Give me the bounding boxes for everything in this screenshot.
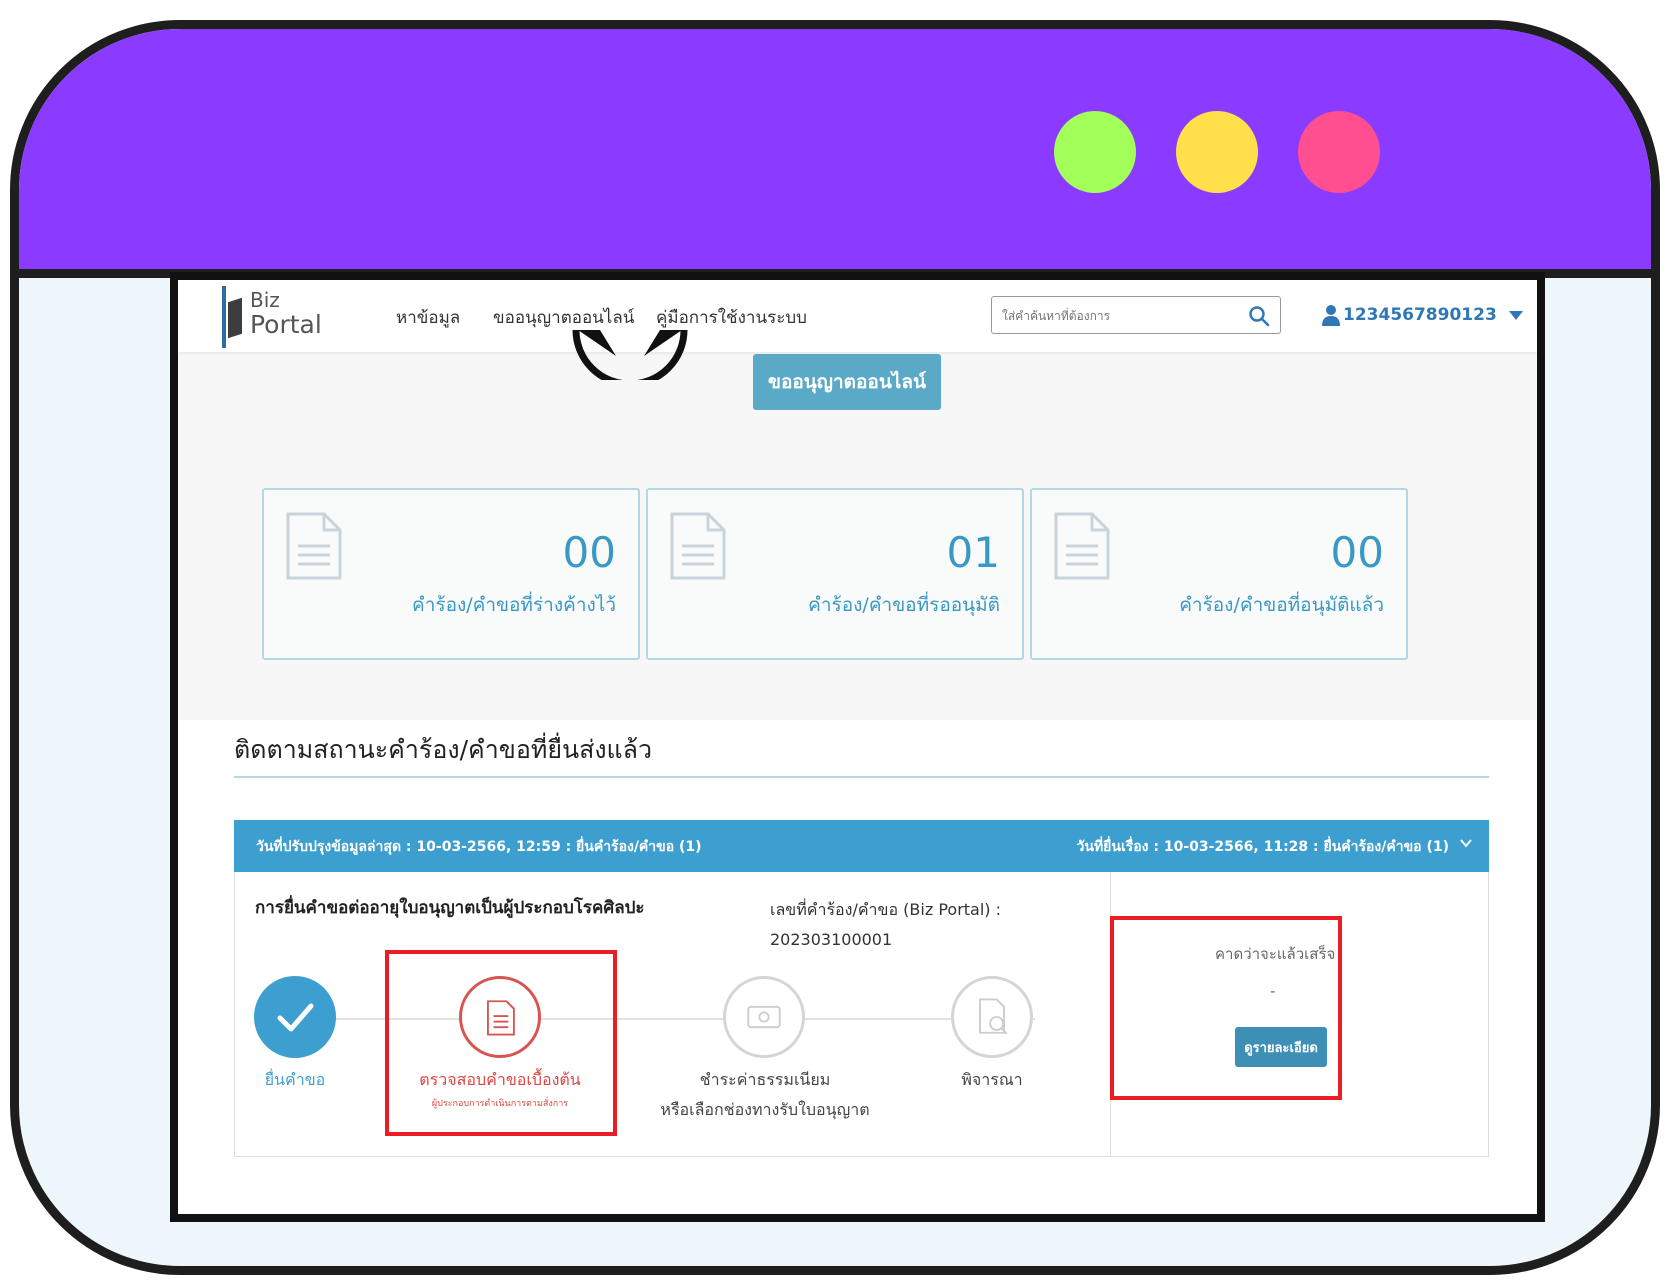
nav-link-search-info[interactable]: หาข้อมูล (396, 304, 460, 331)
highlight-box-eta (1110, 916, 1342, 1100)
request-number: 202303100001 (770, 930, 893, 949)
step-circle-pending (723, 976, 805, 1058)
stat-card-draft[interactable]: 00 คำร้อง/คำขอที่ร่างค้างไว้ (262, 488, 640, 660)
stat-count: 00 (562, 528, 616, 577)
step-label: พิจารณา (961, 1070, 1023, 1089)
yellow-window-dot[interactable] (1176, 111, 1258, 193)
top-navbar: Biz Portal หาข้อมูล ขออนุญาตออนไลน์ คู่ม… (178, 280, 1537, 352)
hero-illustration (572, 329, 688, 380)
screenshot-frame: Biz Portal หาข้อมูล ขออนุญาตออนไลน์ คู่ม… (170, 272, 1545, 1222)
user-id: 1234567890123 (1343, 305, 1497, 325)
green-window-dot[interactable] (1054, 111, 1136, 193)
step-circle-pending (951, 976, 1033, 1058)
stat-label: คำร้อง/คำขอที่รออนุมัติ (808, 594, 1000, 616)
last-updated-text: วันที่ปรับปรุงข้อมูลล่าสุด : 10-03-2566,… (256, 839, 702, 855)
step-circle-done (254, 976, 336, 1058)
request-title: การยื่นคำขอต่ออายุใบอนุญาตเป็นผู้ประกอบโ… (255, 898, 645, 918)
search-input[interactable] (1000, 303, 1234, 329)
chevron-down-icon[interactable] (1459, 836, 1473, 850)
request-header-band[interactable]: วันที่ปรับปรุงข้อมูลล่าสุด : 10-03-2566,… (234, 820, 1489, 872)
stat-card-pending[interactable]: 01 คำร้อง/คำขอที่รออนุมัติ (646, 488, 1024, 660)
logo-text-biz: Biz (250, 288, 280, 312)
stat-count: 00 (1330, 528, 1384, 577)
bizportal-logo[interactable]: Biz Portal (222, 286, 332, 348)
chevron-down-icon (1508, 310, 1523, 320)
document-search-icon (979, 998, 1008, 1035)
tracking-section: ติดตามสถานะคำร้อง/คำขอที่ยื่นส่งแล้ว วัน… (178, 720, 1537, 1214)
step-label: ชำระค่าธรรมเนียม (699, 1070, 831, 1089)
document-icon (286, 512, 342, 580)
document-icon (670, 512, 726, 580)
document-icon (1054, 512, 1110, 580)
payment-card-icon (747, 1005, 781, 1029)
logo-door-icon (228, 297, 242, 339)
logo-text-portal: Portal (250, 310, 322, 339)
stat-label: คำร้อง/คำขอที่ร่างค้างไว้ (411, 594, 616, 616)
user-icon (1322, 305, 1340, 326)
search-box (991, 296, 1281, 334)
logo-bar (222, 286, 226, 348)
submitted-date-text: วันที่ยื่นเรื่อง : 10-03-2566, 11:28 : ย… (1076, 839, 1449, 855)
stat-card-approved[interactable]: 00 คำร้อง/คำขอที่อนุมัติแล้ว (1030, 488, 1408, 660)
stat-count: 01 (946, 528, 1000, 577)
stat-label: คำร้อง/คำขอที่อนุมัติแล้ว (1179, 594, 1384, 616)
search-icon[interactable] (1248, 305, 1270, 327)
step-label: ยื่นคำขอ (264, 1070, 326, 1089)
title-divider (234, 776, 1489, 778)
user-menu[interactable]: 1234567890123 (1321, 304, 1523, 328)
request-number-label: เลขที่คำร้อง/คำขอ (Biz Portal) : (770, 900, 1002, 919)
request-online-permit-button[interactable]: ขออนุญาตออนไลน์ (753, 354, 941, 410)
tracking-title: ติดตามสถานะคำร้อง/คำขอที่ยื่นส่งแล้ว (234, 735, 653, 764)
request-panel: การยื่นคำขอต่ออายุใบอนุญาตเป็นผู้ประกอบโ… (234, 872, 1489, 1157)
highlight-box-current-step (385, 950, 617, 1136)
step-sublabel: หรือเลือกช่องทางรับใบอนุญาต (660, 1100, 870, 1119)
pink-window-dot[interactable] (1298, 111, 1380, 193)
checkmark-icon (277, 1003, 314, 1032)
window-titlebar (19, 29, 1651, 278)
